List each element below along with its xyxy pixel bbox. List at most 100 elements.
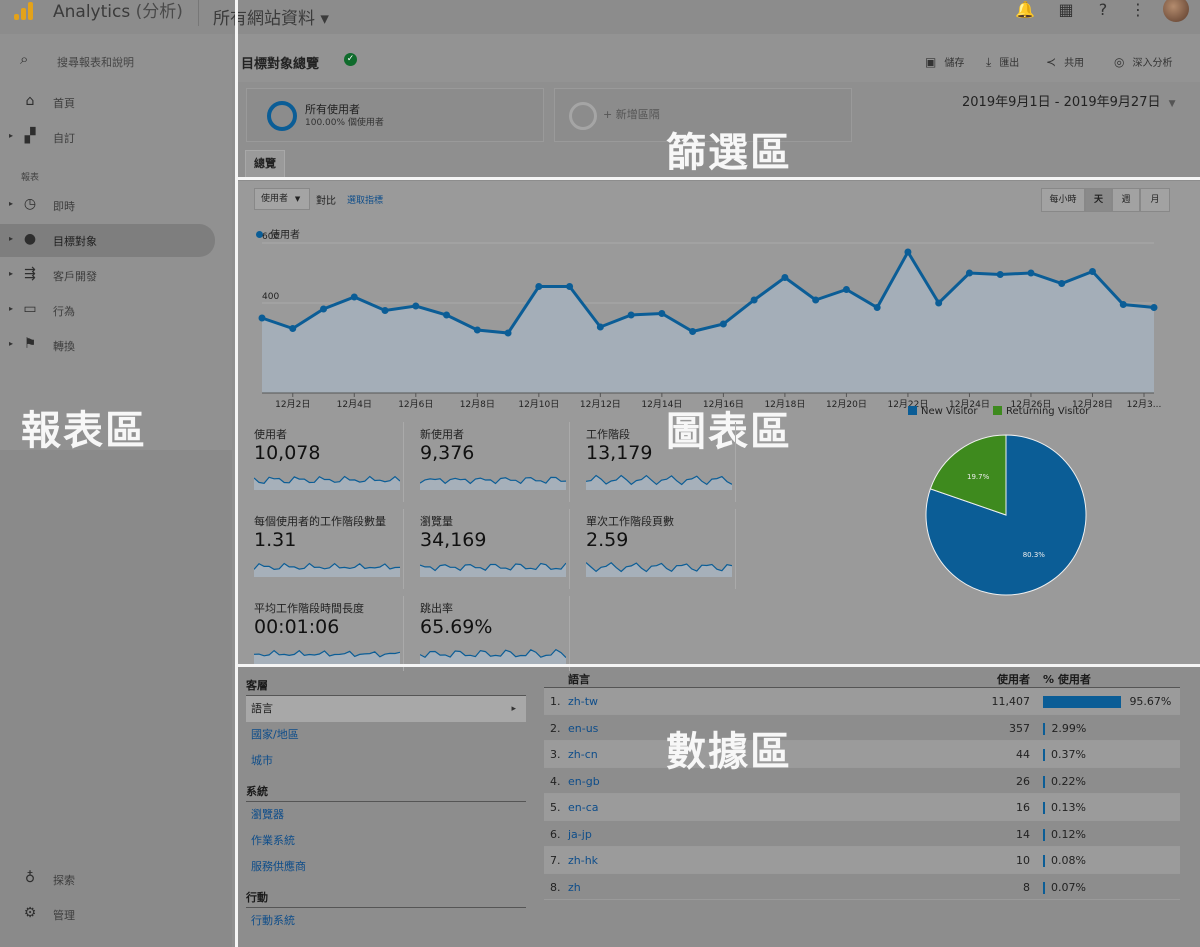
table-header: 語言 使用者 % 使用者 <box>544 671 1180 688</box>
segment-all-users[interactable]: 所有使用者 100.00% 個使用者 <box>246 88 544 142</box>
language-link[interactable]: zh-tw <box>568 695 598 708</box>
col-header-users[interactable]: 使用者 <box>997 671 1030 687</box>
export-button[interactable]: ⤓ 匯出 <box>986 54 1019 70</box>
data-point <box>904 248 912 256</box>
granularity-day-button[interactable]: 天 <box>1085 188 1112 212</box>
sidebar-item-realtime[interactable]: ▸ ◷ 即時 <box>0 189 215 222</box>
gear-icon: ⚙ <box>23 905 37 921</box>
data-point <box>412 302 420 310</box>
sidebar-item-conversions[interactable]: ▸ ⚑ 轉換 <box>0 329 215 362</box>
clock-icon: ◷ <box>23 196 37 212</box>
metric-value: 2.59 <box>586 529 629 551</box>
language-link[interactable]: ja-jp <box>568 828 592 841</box>
x-tick-label: 12月4日 <box>337 399 372 410</box>
insights-label: 深入分析 <box>1132 58 1173 69</box>
pie-slice-label: 80.3% <box>1023 551 1046 559</box>
sidebar-item-discover[interactable]: ♁ 探索 <box>0 863 215 896</box>
sidebar-item-custom[interactable]: ▸ ▞ 自訂 <box>0 121 215 154</box>
metric-sparkline <box>420 476 566 490</box>
pct-value: 0.22% <box>1051 774 1086 788</box>
account-selector[interactable]: 所有網站資料 ▾ <box>213 4 329 29</box>
download-icon: ⤓ <box>986 55 992 69</box>
add-segment-label: + 新增區隔 <box>603 108 660 121</box>
analytics-logo[interactable] <box>14 0 36 20</box>
sidebar-item-behavior[interactable]: ▸ ▭ 行為 <box>0 294 215 327</box>
table-row: 8. zh 8 0.07% <box>544 874 1180 900</box>
metric-label: 使用者 <box>254 428 287 441</box>
more-vert-icon[interactable]: ⋮ <box>1129 0 1147 19</box>
language-link[interactable]: zh-hk <box>568 854 598 867</box>
dimension-link[interactable]: 語言 ▸ <box>246 696 526 722</box>
divider-line <box>236 664 1200 667</box>
dimension-group-title: 系統 <box>246 785 526 802</box>
data-point <box>566 283 574 290</box>
share-bar <box>1043 696 1122 708</box>
y-tick-label: 600 <box>262 232 279 242</box>
chevron-right-icon: ▸ <box>511 704 516 714</box>
top-bar: Analytics (分析) 所有網站資料 ▾ 🔔 ▦ ? ⋮ <box>0 0 1200 34</box>
sidebar-item-admin[interactable]: ⚙ 管理 <box>0 898 215 931</box>
date-range-picker[interactable]: 2019年9月1日 - 2019年9月27日 ▼ <box>962 91 1176 110</box>
metric-card[interactable]: 工作階段 13,179 <box>586 422 736 502</box>
metric-label: 單次工作階段頁數 <box>586 515 674 528</box>
users-value: 14 <box>1016 827 1030 841</box>
expand-arrow-icon: ▸ <box>9 199 14 208</box>
language-link[interactable]: zh-cn <box>568 748 598 761</box>
share-button[interactable]: ≺ 共用 <box>1046 54 1084 69</box>
insights-icon: ◎ <box>1114 55 1125 69</box>
metric-card[interactable]: 使用者 10,078 <box>254 422 404 502</box>
dimension-link[interactable]: 作業系統 <box>246 828 526 854</box>
metric-value: 9,376 <box>420 442 475 464</box>
bell-icon[interactable]: 🔔 <box>1015 0 1035 19</box>
avatar[interactable] <box>1163 0 1189 22</box>
language-link[interactable]: en-us <box>568 722 598 735</box>
sidebar-item-label: 自訂 <box>53 132 75 145</box>
sidebar-item-home[interactable]: ⌂ 首頁 <box>0 86 215 119</box>
metric-label: 瀏覽量 <box>420 515 453 528</box>
metric-value: 1.31 <box>254 529 297 551</box>
tab-overview[interactable]: 總覽 <box>245 150 285 178</box>
dimension-link[interactable]: 國家/地區 <box>246 722 526 748</box>
language-link[interactable]: zh <box>568 881 581 894</box>
dimension-link[interactable]: 城市 <box>246 748 526 774</box>
sidebar-item-audience[interactable]: ▸ ● 目標對象 <box>0 224 215 257</box>
dimension-link-label: 語言 <box>251 702 273 715</box>
metric-sparkline <box>254 475 400 490</box>
sidebar-item-label: 首頁 <box>53 97 75 110</box>
filter-area: 所有使用者 100.00% 個使用者 + 新增區隔 2019年9月1日 - 20… <box>236 82 1200 178</box>
data-point <box>320 305 328 313</box>
dimension-link[interactable]: 瀏覽器 <box>246 802 526 828</box>
granularity-month-button[interactable]: 月 <box>1140 188 1170 212</box>
row-index: 4. <box>550 774 561 788</box>
data-point <box>1119 301 1127 308</box>
sparkline-area <box>254 563 400 577</box>
metric-card[interactable]: 單次工作階段頁數 2.59 <box>586 509 736 589</box>
metric-card[interactable]: 瀏覽量 34,169 <box>420 509 570 589</box>
language-link[interactable]: en-gb <box>568 775 600 788</box>
metric-select[interactable]: 使用者 ▼ <box>254 188 310 210</box>
sidebar-item-label: 即時 <box>53 200 75 213</box>
export-label: 匯出 <box>999 58 1020 69</box>
save-button[interactable]: ▣ 儲存 <box>925 54 964 69</box>
apps-grid-icon[interactable]: ▦ <box>1057 0 1075 19</box>
metric-card[interactable]: 新使用者 9,376 <box>420 422 570 502</box>
insights-button[interactable]: ◎ 深入分析 <box>1114 54 1172 69</box>
dimension-link-label: 國家/地區 <box>251 728 299 741</box>
granularity-week-button[interactable]: 週 <box>1112 188 1140 212</box>
dimension-link[interactable]: 服務供應商 <box>246 854 526 880</box>
choose-metric-link[interactable]: 選取指標 <box>347 193 383 206</box>
flag-icon: ⚑ <box>23 336 37 352</box>
table-row: 2. en-us 357 2.99% <box>544 715 1180 741</box>
sidebar-lower: ♁ 探索 ⚙ 管理 <box>0 450 232 947</box>
metric-card[interactable]: 每個使用者的工作階段數量 1.31 <box>254 509 404 589</box>
main-content: 目標對象總覽 ✓ ▣ 儲存 ⤓ 匯出 ≺ 共用 ◎ 深入分析 所有使用者 100.00%… <box>236 34 1200 947</box>
sidebar-item-acquisition[interactable]: ▸ ⇶ 客戶開發 <box>0 259 215 292</box>
metric-sparkline <box>420 648 566 664</box>
share-bar <box>1043 722 1046 735</box>
language-link[interactable]: en-ca <box>568 801 599 814</box>
sidebar-search[interactable]: ⌕ 搜尋報表和說明 <box>0 44 232 78</box>
metric-label: 每個使用者的工作階段數量 <box>254 515 386 528</box>
dimension-link[interactable]: 行動系統 <box>246 908 526 934</box>
help-icon[interactable]: ? <box>1094 0 1112 19</box>
granularity-hour-button[interactable]: 每小時 <box>1041 188 1085 212</box>
